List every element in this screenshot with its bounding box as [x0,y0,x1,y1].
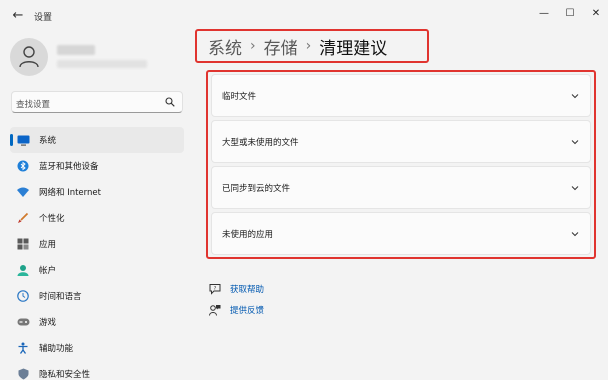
wifi-icon [16,185,30,199]
sidebar-item-network[interactable]: 网络和 Internet [10,179,184,205]
search-box[interactable] [11,91,183,115]
sidebar-item-label: 帐户 [39,266,57,276]
sidebar-item-system[interactable]: 系统 [10,127,184,153]
apps-icon [16,237,30,251]
sidebar-item-label: 应用 [39,240,57,250]
sidebar-item-accessibility[interactable]: 辅助功能 [10,335,184,361]
back-arrow-icon[interactable]: ← [10,8,26,24]
sidebar-item-label: 蓝牙和其他设备 [39,162,99,172]
card-synced-cloud-files[interactable]: 已同步到云的文件 [211,166,591,209]
card-label: 未使用的应用 [222,229,274,240]
get-help-label[interactable]: 获取帮助 [230,283,264,295]
search-input[interactable] [12,95,152,115]
card-label: 临时文件 [222,91,257,102]
sidebar-item-label: 游戏 [39,318,57,328]
monitor-icon [16,133,30,147]
chevron-down-icon[interactable] [570,137,580,147]
breadcrumb-item-system[interactable]: 系统 [208,34,242,59]
sidebar-item-label: 网络和 Internet [39,188,101,198]
card-temp-files[interactable]: 临时文件 [211,74,591,117]
card-large-unused-files[interactable]: 大型或未使用的文件 [211,120,591,163]
feedback-link[interactable]: 提供反馈 [209,299,264,320]
minimize-button[interactable]: — [534,6,554,22]
search-icon[interactable] [165,97,175,107]
account-icon [16,263,30,277]
brush-icon [16,211,30,225]
sidebar-nav: 系统 蓝牙和其他设备 网络和 Internet 个性化 应用 帐户 时间和语言 … [10,127,184,380]
breadcrumb-item-storage[interactable]: 存储 [264,34,298,59]
app-title: 设置 [34,13,53,23]
sidebar-item-privacy[interactable]: 隐私和安全性 [10,361,184,380]
page-title: 清理建议 [319,38,388,59]
svg-text:?: ? [214,285,217,291]
feedback-person-icon [209,304,221,316]
chevron-down-icon[interactable] [570,183,580,193]
person-icon [19,46,39,68]
feedback-label[interactable]: 提供反馈 [230,304,264,316]
chevron-down-icon[interactable] [570,229,580,239]
sidebar-item-gaming[interactable]: 游戏 [10,309,184,335]
gamepad-icon [16,315,30,329]
sidebar-item-label: 时间和语言 [39,292,82,302]
sidebar-item-personalization[interactable]: 个性化 [10,205,184,231]
breadcrumb: 系统 › 存储 › 清理建议 [195,29,429,63]
maximize-button[interactable]: ☐ [560,6,580,22]
sidebar-item-label: 隐私和安全性 [39,370,91,380]
avatar[interactable] [10,38,48,76]
sidebar-item-apps[interactable]: 应用 [10,231,184,257]
cleanup-recommendations-list: 临时文件 大型或未使用的文件 已同步到云的文件 未使用的应用 [206,70,596,259]
sidebar-item-label: 辅助功能 [39,344,74,354]
globe-clock-icon [16,289,30,303]
card-unused-apps[interactable]: 未使用的应用 [211,212,591,255]
sidebar-item-accounts[interactable]: 帐户 [10,257,184,283]
user-email-redacted [57,60,147,68]
help-chat-icon: ? [209,283,221,295]
sidebar-item-label: 个性化 [39,214,65,224]
title-bar: ← 设置 — ☐ ✕ [0,0,608,32]
accessibility-icon [16,341,30,355]
card-label: 已同步到云的文件 [222,183,291,194]
user-name-redacted [57,45,95,55]
bluetooth-icon [16,159,30,173]
shield-icon [16,367,30,380]
get-help-link[interactable]: ? 获取帮助 [209,278,264,299]
sidebar-item-bluetooth[interactable]: 蓝牙和其他设备 [10,153,184,179]
chevron-down-icon[interactable] [570,91,580,101]
help-section: ? 获取帮助 提供反馈 [209,278,264,320]
card-label: 大型或未使用的文件 [222,137,299,148]
sidebar-item-label: 系统 [39,136,57,146]
close-button[interactable]: ✕ [586,6,606,22]
breadcrumb-separator: › [250,38,256,54]
sidebar-item-time-language[interactable]: 时间和语言 [10,283,184,309]
breadcrumb-separator: › [305,38,312,54]
